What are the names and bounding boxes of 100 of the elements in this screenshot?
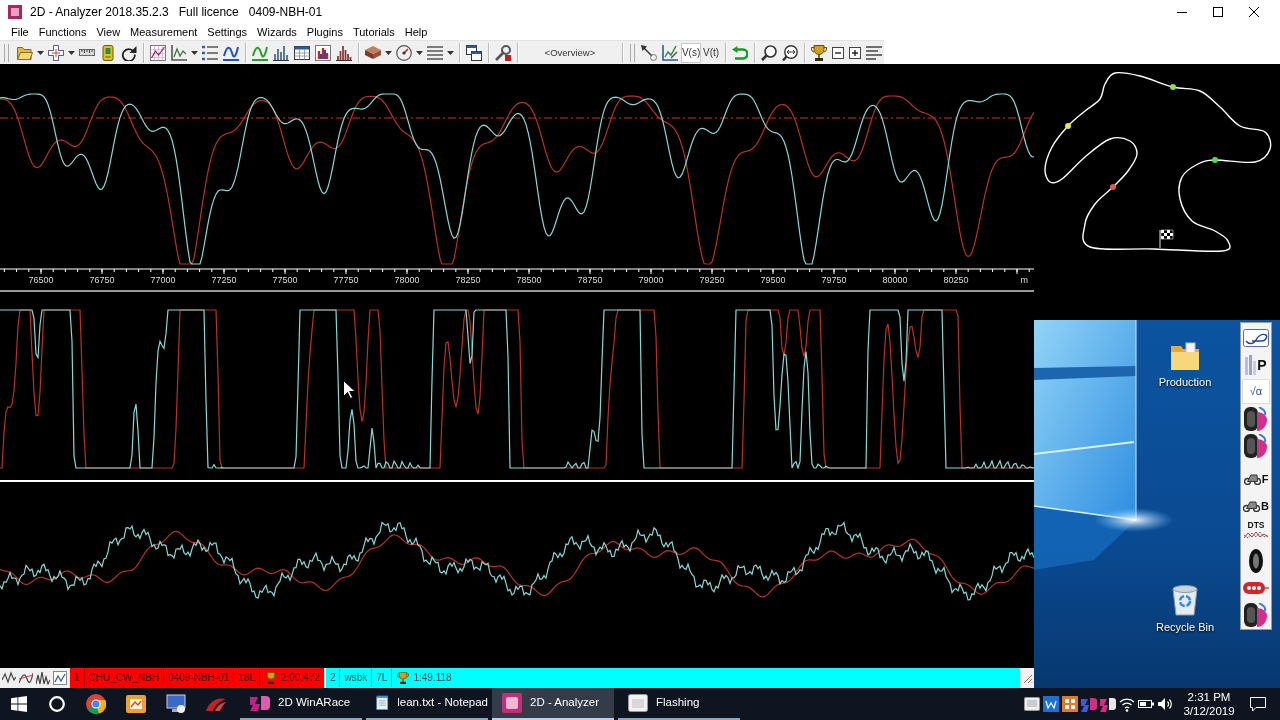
recycle-bin-icon[interactable]: [1172, 584, 1198, 616]
caret-icon[interactable]: [191, 50, 199, 55]
line-chart-icon[interactable]: [171, 44, 188, 61]
app-logo-icon: [250, 695, 270, 711]
collapse-icon[interactable]: [831, 46, 844, 59]
windows-icon[interactable]: [466, 44, 483, 61]
notification-icon[interactable]: [1250, 696, 1266, 712]
taskbar-app-button[interactable]: lean.txt - Notepad: [366, 688, 488, 720]
tag-icon[interactable]: [1243, 581, 1269, 594]
launcher-button[interactable]: B: [1242, 487, 1270, 512]
pointer-icon[interactable]: [641, 44, 658, 61]
tyre-icon[interactable]: [1244, 406, 1268, 431]
menu-item[interactable]: Tutorials: [347, 24, 400, 40]
bar-chart-icon[interactable]: [315, 44, 332, 61]
tile-icon[interactable]: [1043, 696, 1059, 712]
axis-label: 78250: [454, 275, 482, 286]
tyre-icon[interactable]: [1244, 602, 1268, 627]
gauge-icon[interactable]: [396, 44, 413, 61]
minimize-icon[interactable]: [1177, 11, 1187, 13]
status-cell: 2: [325, 669, 341, 687]
taskbar-app-button[interactable]: 2D WinARace: [240, 688, 362, 720]
status-cell: 7L: [372, 669, 393, 687]
lines-icon[interactable]: [427, 45, 444, 60]
swoosh-icon[interactable]: [206, 697, 226, 711]
waveform-icon[interactable]: [2, 671, 16, 685]
align-icon[interactable]: [865, 45, 882, 60]
axis-label: 77750: [332, 275, 360, 286]
checkered-flag-icon: [1159, 229, 1174, 249]
expand-icon[interactable]: [848, 46, 861, 59]
folder-icon[interactable]: [17, 44, 34, 61]
launcher-button[interactable]: F: [1242, 460, 1270, 485]
clock-time[interactable]: 2:31 PM: [1180, 690, 1238, 704]
menu-item[interactable]: Plugins: [301, 24, 348, 40]
window-icon[interactable]: [1024, 696, 1040, 712]
trophy-icon[interactable]: [810, 44, 827, 61]
chart-edit-icon[interactable]: [662, 44, 679, 61]
wifi-icon[interactable]: [1119, 696, 1135, 712]
chip-icon[interactable]: [100, 44, 117, 61]
list-icon[interactable]: [202, 44, 219, 61]
ruler-icon[interactable]: [79, 49, 96, 56]
curves-icon[interactable]: [19, 671, 33, 685]
tyre-icon[interactable]: [1244, 433, 1268, 458]
desktop-icon-label[interactable]: Recycle Bin: [1155, 619, 1215, 636]
refresh-icon[interactable]: [121, 44, 138, 61]
menu-item[interactable]: Measurement: [125, 24, 203, 40]
zigzag-icon: [1244, 530, 1268, 539]
table-icon[interactable]: [294, 45, 311, 60]
bar-chart-icon[interactable]: [273, 44, 290, 61]
trophy-icon: [264, 672, 277, 684]
close-icon[interactable]: [1249, 7, 1259, 17]
axis-unit: m: [1020, 275, 1029, 286]
folder-icon[interactable]: [1170, 341, 1200, 371]
caret-icon[interactable]: [416, 50, 424, 55]
taskbar-app-button[interactable]: 2D - Analyzer: [492, 688, 614, 720]
maximize-icon[interactable]: [1213, 7, 1223, 17]
plus-icon[interactable]: [48, 44, 65, 61]
menu-item[interactable]: Help: [399, 24, 433, 40]
chart-icon[interactable]: [53, 671, 67, 685]
notepad-icon: [376, 693, 390, 713]
track-icon[interactable]: [1243, 328, 1269, 347]
zoom-fit-icon[interactable]: [781, 44, 798, 61]
app-logo-icon[interactable]: [1100, 696, 1116, 712]
menu-item[interactable]: Wizards: [252, 24, 302, 40]
caret-icon[interactable]: [68, 50, 76, 55]
taskbar-app-button[interactable]: Flashing: [618, 688, 740, 720]
resize-grip-icon[interactable]: [1021, 672, 1033, 684]
axis-label: 80250: [942, 275, 970, 286]
menu-item[interactable]: View: [91, 24, 126, 40]
grid-tile-icon[interactable]: [1062, 696, 1078, 712]
menu-item[interactable]: Settings: [202, 24, 253, 40]
status-cell: CHU_CW_NBH: [84, 669, 165, 687]
tyre-icon[interactable]: [1249, 548, 1263, 573]
grid-chart-icon[interactable]: [150, 44, 167, 61]
clock-date[interactable]: 3/12/2019: [1180, 704, 1238, 718]
axis-label: 80000: [881, 275, 909, 286]
peaks-icon[interactable]: [36, 671, 50, 685]
menu-item[interactable]: Functions: [33, 24, 92, 40]
lap-time: 2:00.472: [279, 671, 321, 685]
caret-icon[interactable]: [447, 50, 455, 55]
chart-tile-icon[interactable]: [126, 694, 146, 714]
launcher-button[interactable]: √α: [1242, 379, 1270, 404]
launcher-button[interactable]: P: [1242, 352, 1270, 377]
launcher-button[interactable]: DTS: [1242, 514, 1270, 546]
menu-item[interactable]: File: [6, 24, 34, 40]
undo-icon[interactable]: [731, 45, 748, 60]
caret-icon[interactable]: [37, 50, 45, 55]
histogram-icon[interactable]: [336, 44, 353, 61]
computer-icon[interactable]: [166, 694, 186, 714]
desktop-icon-label[interactable]: Production: [1158, 374, 1212, 391]
caret-icon[interactable]: [385, 50, 393, 55]
zoom-icon[interactable]: [760, 44, 777, 61]
start-icon[interactable]: [11, 696, 27, 712]
toggle-button[interactable]: V(t): [701, 42, 721, 63]
toggle-button[interactable]: V(s): [680, 42, 702, 63]
round-logo-icon[interactable]: [86, 694, 106, 714]
volume-icon[interactable]: [1157, 696, 1173, 712]
box-icon[interactable]: [365, 46, 382, 59]
wrench-icon[interactable]: [495, 44, 512, 61]
ring-icon[interactable]: [49, 696, 65, 712]
curve-chart-icon[interactable]: [223, 44, 240, 61]
